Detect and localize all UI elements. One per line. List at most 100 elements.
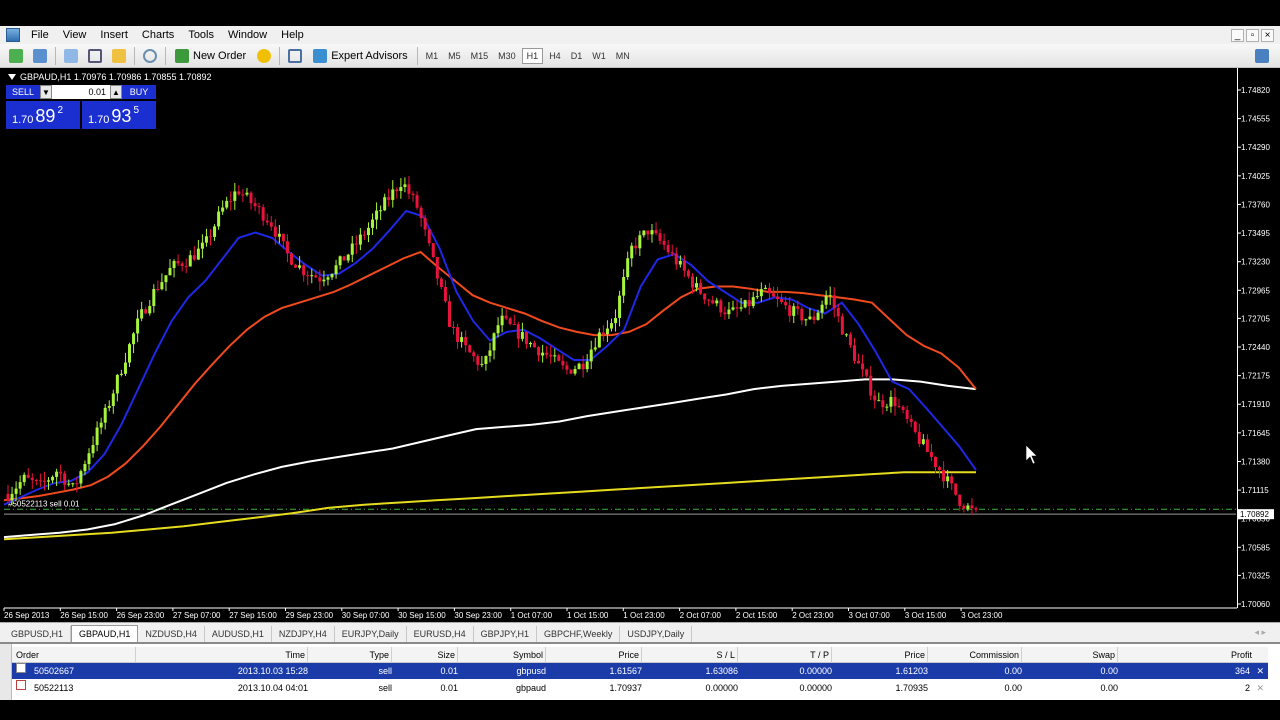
col-size[interactable]: Size	[392, 647, 458, 663]
chart-tab-eurjpy-daily[interactable]: EURJPY,Daily	[335, 626, 407, 642]
metaeditor-button[interactable]	[254, 47, 274, 65]
cell-tp[interactable]: 0.00000	[738, 680, 832, 696]
chart-tab-nzdusd-h4[interactable]: NZDUSD,H4	[138, 626, 205, 642]
cell-type: sell	[378, 666, 392, 676]
candle-body	[249, 192, 253, 204]
expert-advisors-button[interactable]: Expert Advisors	[309, 47, 411, 65]
chart-tab-usdjpy-daily[interactable]: USDJPY,Daily	[620, 626, 693, 642]
candle-body	[954, 483, 958, 495]
col-type[interactable]: Type	[308, 647, 392, 663]
chart-tab-nzdjpy-h4[interactable]: NZDJPY,H4	[272, 626, 335, 642]
col-order[interactable]: Order	[16, 647, 136, 663]
col-sl[interactable]: S / L	[642, 647, 738, 663]
candle-body	[10, 493, 14, 501]
table-row[interactable]: 50502667 2013.10.03 15:28 sell 0.01 gbpu…	[12, 663, 1268, 679]
price-axis-label: 1.70060	[1241, 600, 1270, 609]
candle-body	[666, 244, 670, 253]
lot-size-stepper[interactable]: ▼ 0.01 ▲	[40, 85, 122, 99]
timeframe-mn[interactable]: MN	[612, 49, 634, 63]
lot-size-input[interactable]: 0.01	[52, 85, 110, 99]
data-window-button[interactable]	[85, 47, 105, 65]
restore-button[interactable]: ▫	[1246, 28, 1259, 42]
panel-toggle-button[interactable]	[1252, 47, 1272, 65]
time-axis-label: 26 Sep 23:00	[117, 611, 165, 620]
menu-view[interactable]: View	[56, 26, 94, 44]
market-watch-button[interactable]	[61, 47, 81, 65]
new-chart-button[interactable]	[6, 47, 26, 65]
cell-sl[interactable]: 0.00000	[642, 680, 738, 696]
col-symbol[interactable]: Symbol	[458, 647, 546, 663]
col-tp[interactable]: T / P	[738, 647, 832, 663]
chart-tab-gbpjpy-h1[interactable]: GBPJPY,H1	[474, 626, 537, 642]
candle-body	[828, 295, 832, 297]
menu-tools[interactable]: Tools	[181, 26, 221, 44]
chart-tab-audusd-h1[interactable]: AUDUSD,H1	[205, 626, 272, 642]
menu-window[interactable]: Window	[221, 26, 274, 44]
terminal-side-handle[interactable]	[0, 644, 12, 700]
lot-decrease-icon[interactable]: ▼	[40, 85, 52, 99]
chart-tab-gbpusd-h1[interactable]: GBPUSD,H1	[4, 626, 72, 642]
terminal-toggle-button[interactable]	[285, 47, 305, 65]
menu-charts[interactable]: Charts	[135, 26, 181, 44]
new-order-button[interactable]: New Order	[171, 47, 250, 65]
menu-help[interactable]: Help	[274, 26, 311, 44]
candle-body	[22, 474, 26, 483]
timeframe-m1[interactable]: M1	[422, 49, 443, 63]
price-axis-label: 1.71115	[1241, 486, 1269, 495]
order-line-label: #50522113 sell 0.01	[8, 499, 80, 508]
sell-quote[interactable]: 1.70 89 2	[6, 101, 80, 129]
candle-body	[901, 406, 905, 410]
timeframe-m30[interactable]: M30	[494, 49, 520, 63]
col-swap[interactable]: Swap	[1022, 647, 1118, 663]
chart-tab-eurusd-h4[interactable]: EURUSD,H4	[407, 626, 474, 642]
timeframe-w1[interactable]: W1	[588, 49, 610, 63]
sell-button[interactable]: SELL	[6, 85, 40, 99]
cell-swap: 0.00	[1100, 666, 1118, 676]
lot-increase-icon[interactable]: ▲	[110, 85, 122, 99]
candle-body	[670, 252, 674, 254]
col-commission[interactable]: Commission	[928, 647, 1022, 663]
chart-window[interactable]: 1.74820 1.74555 1.74290 1.74025 1.73760 1.734…	[0, 68, 1280, 622]
candle-body	[407, 184, 411, 194]
candle-body	[383, 197, 387, 211]
cell-tp[interactable]: 0.00000	[738, 663, 832, 679]
table-row[interactable]: 50522113 2013.10.04 04:01 sell 0.01 gbpa…	[12, 680, 1268, 696]
candle-body	[812, 316, 816, 320]
timeframe-h1[interactable]: H1	[521, 47, 544, 64]
close-order-icon[interactable]: ✕	[1256, 680, 1264, 696]
chart-tab-gbpchf-weekly[interactable]: GBPCHF,Weekly	[537, 626, 621, 642]
close-button[interactable]: ×	[1261, 28, 1274, 42]
candle-body	[605, 328, 609, 335]
timeframe-m5[interactable]: M5	[444, 49, 465, 63]
tab-scroll-arrows-icon[interactable]: ◂ ▸	[1254, 627, 1266, 638]
candle-body	[103, 407, 107, 423]
price-axis-label: 1.71910	[1241, 400, 1270, 409]
candle-body	[780, 299, 784, 303]
candle-body	[836, 307, 840, 317]
buy-button[interactable]: BUY	[122, 85, 156, 99]
timeframe-h4[interactable]: H4	[545, 49, 565, 63]
candle-body	[565, 365, 569, 370]
chart-tab-gbpaud-h1[interactable]: GBPAUD,H1	[71, 625, 139, 642]
col-time[interactable]: Time	[136, 647, 308, 663]
candle-body	[107, 405, 111, 408]
cell-sl[interactable]: 1.63086	[642, 663, 738, 679]
col-price[interactable]: Price	[546, 647, 642, 663]
timeframe-m15[interactable]: M15	[467, 49, 493, 63]
minimize-button[interactable]: _	[1231, 28, 1244, 42]
candle-body	[318, 277, 322, 282]
navigator-button[interactable]	[109, 47, 129, 65]
timeframe-d1[interactable]: D1	[567, 49, 587, 63]
profiles-button[interactable]	[30, 47, 50, 65]
candle-body	[67, 483, 71, 485]
candle-body	[204, 236, 208, 243]
menu-insert[interactable]: Insert	[93, 26, 135, 44]
col-profit[interactable]: Profit	[1118, 647, 1254, 663]
price-chart[interactable]: 1.74820 1.74555 1.74290 1.74025 1.73760 1.734…	[0, 68, 1280, 622]
close-order-icon[interactable]: ✕	[1256, 663, 1264, 679]
col-current-price[interactable]: Price	[832, 647, 928, 663]
buy-quote[interactable]: 1.70 93 5	[82, 101, 156, 129]
candle-body	[196, 248, 200, 260]
strategy-tester-button[interactable]	[140, 47, 160, 65]
menu-file[interactable]: File	[24, 26, 56, 44]
